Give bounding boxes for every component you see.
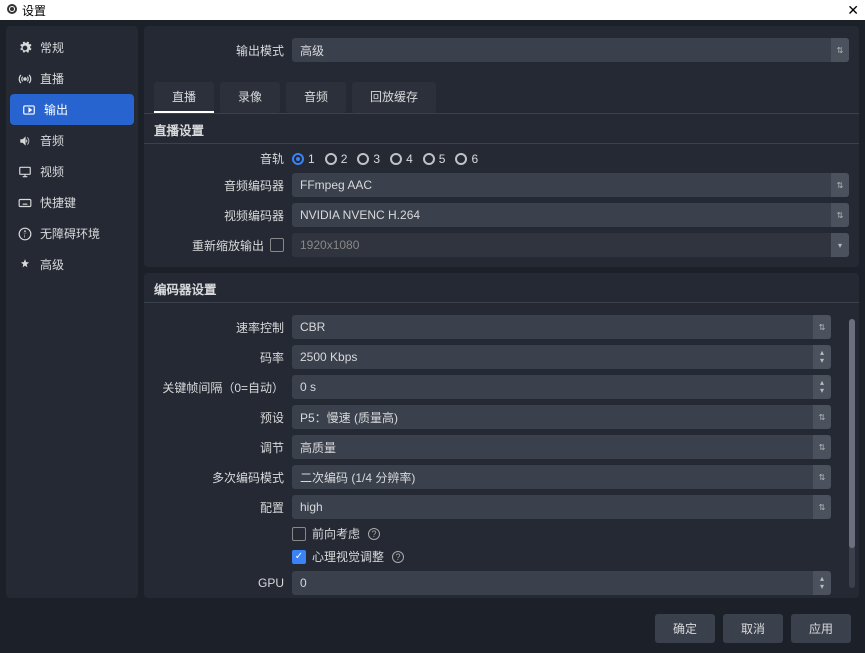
audio-encoder-label: 音频编码器 bbox=[154, 177, 284, 194]
track-radio-4[interactable]: 4 bbox=[390, 152, 413, 166]
advanced-icon bbox=[18, 258, 32, 272]
rescale-label: 重新缩放输出 bbox=[192, 237, 264, 254]
rate-control-select[interactable]: CBR ⇅ bbox=[292, 315, 831, 339]
speaker-icon bbox=[18, 134, 32, 148]
chevron-updown-icon: ⇅ bbox=[813, 315, 831, 339]
chevron-updown-icon: ⇅ bbox=[813, 465, 831, 489]
sidebar-item-label: 无障碍环境 bbox=[40, 225, 100, 242]
track-label: 音轨 bbox=[154, 150, 284, 167]
output-mode-select[interactable]: 高级 ⇅ bbox=[292, 38, 849, 62]
gpu-spinbox[interactable]: 0 ▴▾ bbox=[292, 571, 831, 595]
monitor-icon bbox=[18, 165, 32, 179]
apply-button[interactable]: 应用 bbox=[791, 614, 851, 643]
titlebar: 设置 ✕ bbox=[0, 0, 865, 20]
help-icon[interactable]: ? bbox=[368, 528, 380, 540]
track-radio-2[interactable]: 2 bbox=[325, 152, 348, 166]
tab-audio[interactable]: 音频 bbox=[286, 82, 346, 113]
multipass-label: 多次编码模式 bbox=[154, 469, 284, 486]
chevron-updown-icon: ⇅ bbox=[813, 495, 831, 519]
sidebar: 常规 直播 输出 音频 视频 快捷键 无障碍环境 高级 bbox=[6, 26, 138, 598]
scrollbar[interactable] bbox=[849, 319, 855, 588]
keyboard-icon bbox=[18, 196, 32, 210]
profile-label: 配置 bbox=[154, 499, 284, 516]
ok-button[interactable]: 确定 bbox=[655, 614, 715, 643]
encoder-settings-panel: 编码器设置 速率控制 CBR ⇅ 码率 2500 Kbps ▴▾ bbox=[144, 273, 859, 598]
stream-settings-title: 直播设置 bbox=[144, 113, 859, 144]
antenna-icon bbox=[18, 72, 32, 86]
sidebar-item-audio[interactable]: 音频 bbox=[6, 125, 138, 156]
track-radio-3[interactable]: 3 bbox=[357, 152, 380, 166]
sidebar-item-label: 直播 bbox=[40, 70, 64, 87]
lookahead-checkbox[interactable]: 前向考虑 ? bbox=[292, 525, 380, 542]
preset-label: 预设 bbox=[154, 409, 284, 426]
sidebar-item-output[interactable]: 输出 bbox=[10, 94, 134, 125]
chevron-updown-icon: ⇅ bbox=[831, 38, 849, 62]
encoder-settings-title: 编码器设置 bbox=[144, 273, 859, 303]
rescale-value-select: 1920x1080 ▾ bbox=[292, 233, 849, 257]
app-icon bbox=[6, 3, 18, 18]
rate-control-label: 速率控制 bbox=[154, 319, 284, 336]
output-mode-value: 高级 bbox=[300, 42, 324, 59]
profile-select[interactable]: high ⇅ bbox=[292, 495, 831, 519]
close-icon[interactable]: ✕ bbox=[847, 2, 859, 19]
chevron-down-icon: ▾ bbox=[831, 233, 849, 257]
tuning-label: 调节 bbox=[154, 439, 284, 456]
gear-icon bbox=[18, 41, 32, 55]
scrollbar-thumb[interactable] bbox=[849, 319, 855, 548]
sidebar-item-label: 常规 bbox=[40, 39, 64, 56]
chevron-updown-icon: ⇅ bbox=[831, 173, 849, 197]
dialog-footer: 确定 取消 应用 bbox=[0, 604, 865, 653]
spin-buttons[interactable]: ▴▾ bbox=[813, 571, 831, 595]
sidebar-item-hotkeys[interactable]: 快捷键 bbox=[6, 187, 138, 218]
sidebar-item-label: 视频 bbox=[40, 163, 64, 180]
sidebar-item-label: 音频 bbox=[40, 132, 64, 149]
output-icon bbox=[22, 103, 36, 117]
sidebar-item-stream[interactable]: 直播 bbox=[6, 63, 138, 94]
video-encoder-select[interactable]: NVIDIA NVENC H.264 ⇅ bbox=[292, 203, 849, 227]
chevron-updown-icon: ⇅ bbox=[813, 435, 831, 459]
gpu-label: GPU bbox=[154, 576, 284, 590]
track-radio-6[interactable]: 6 bbox=[455, 152, 478, 166]
preset-select[interactable]: P5：慢速 (质量高) ⇅ bbox=[292, 405, 831, 429]
tab-stream[interactable]: 直播 bbox=[154, 82, 214, 113]
sidebar-item-label: 快捷键 bbox=[40, 194, 76, 211]
keyint-spinbox[interactable]: 0 s ▴▾ bbox=[292, 375, 831, 399]
sidebar-item-label: 高级 bbox=[40, 256, 64, 273]
sidebar-item-general[interactable]: 常规 bbox=[6, 32, 138, 63]
track-radio-5[interactable]: 5 bbox=[423, 152, 446, 166]
audio-encoder-select[interactable]: FFmpeg AAC ⇅ bbox=[292, 173, 849, 197]
bitrate-spinbox[interactable]: 2500 Kbps ▴▾ bbox=[292, 345, 831, 369]
chevron-updown-icon: ⇅ bbox=[831, 203, 849, 227]
bitrate-label: 码率 bbox=[154, 349, 284, 366]
window-title: 设置 bbox=[22, 2, 46, 19]
rescale-checkbox[interactable] bbox=[270, 238, 284, 252]
spin-buttons[interactable]: ▴▾ bbox=[813, 345, 831, 369]
tuning-select[interactable]: 高质量 ⇅ bbox=[292, 435, 831, 459]
psychovisual-checkbox[interactable]: ✓ 心理视觉调整 ? bbox=[292, 548, 404, 565]
output-tabs: 直播 录像 音频 回放缓存 bbox=[144, 72, 859, 113]
sidebar-item-label: 输出 bbox=[44, 101, 68, 118]
chevron-updown-icon: ⇅ bbox=[813, 405, 831, 429]
output-mode-panel: 输出模式 高级 ⇅ 直播 录像 音频 回放缓存 直播设置 音轨 1 2 3 bbox=[144, 26, 859, 267]
video-encoder-label: 视频编码器 bbox=[154, 207, 284, 224]
sidebar-item-video[interactable]: 视频 bbox=[6, 156, 138, 187]
output-mode-label: 输出模式 bbox=[154, 42, 284, 59]
tab-recording[interactable]: 录像 bbox=[220, 82, 280, 113]
sidebar-item-accessibility[interactable]: 无障碍环境 bbox=[6, 218, 138, 249]
track-radio-group: 1 2 3 4 5 6 bbox=[292, 152, 849, 166]
spin-buttons[interactable]: ▴▾ bbox=[813, 375, 831, 399]
sidebar-item-advanced[interactable]: 高级 bbox=[6, 249, 138, 280]
tab-replaybuffer[interactable]: 回放缓存 bbox=[352, 82, 436, 113]
accessibility-icon bbox=[18, 227, 32, 241]
track-radio-1[interactable]: 1 bbox=[292, 152, 315, 166]
help-icon[interactable]: ? bbox=[392, 551, 404, 563]
multipass-select[interactable]: 二次编码 (1/4 分辨率) ⇅ bbox=[292, 465, 831, 489]
cancel-button[interactable]: 取消 bbox=[723, 614, 783, 643]
keyint-label: 关键帧间隔（0=自动） bbox=[154, 379, 284, 396]
